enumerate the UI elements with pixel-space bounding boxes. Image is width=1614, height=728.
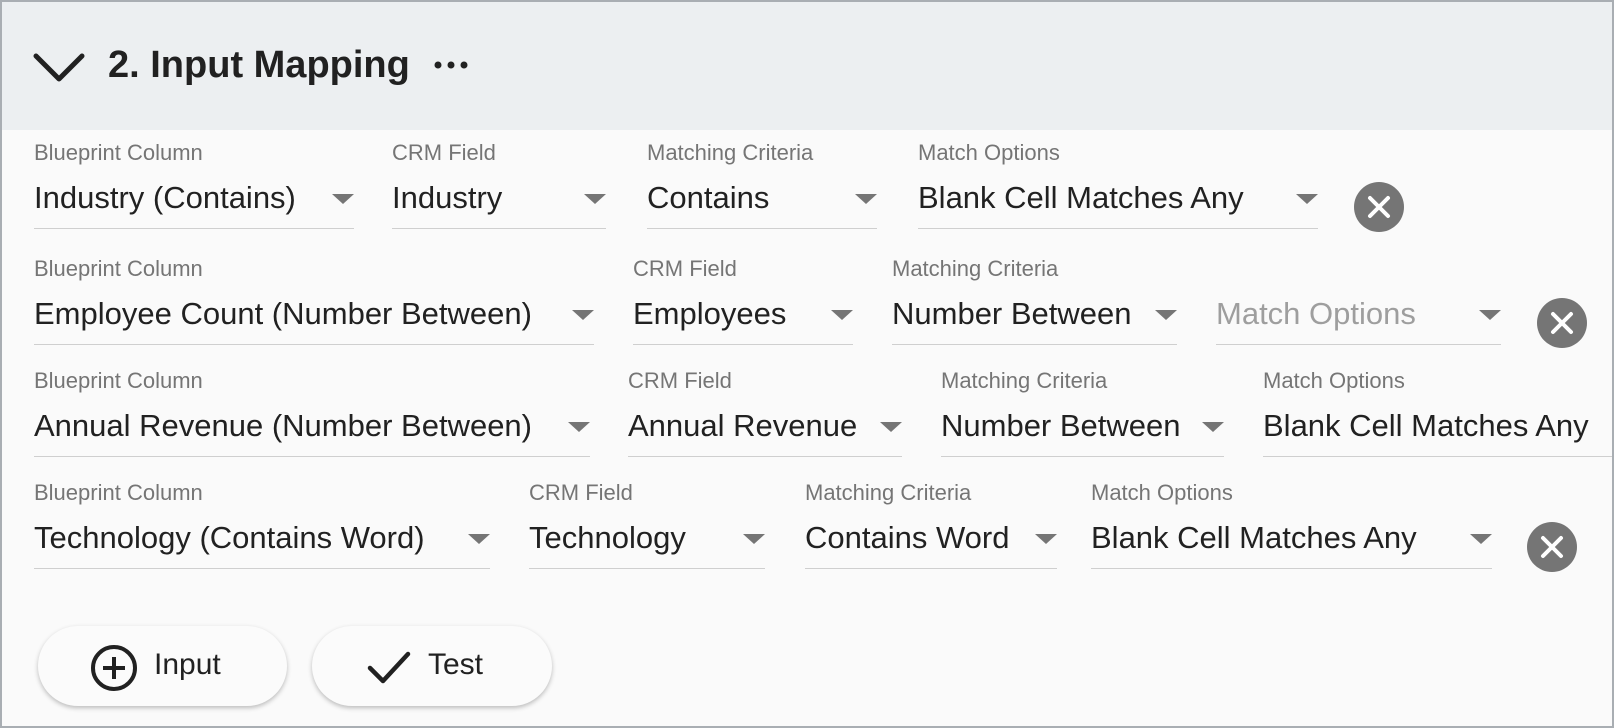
test-button[interactable]: Test	[312, 626, 552, 706]
blueprint-column-value: Annual Revenue (Number Between)	[34, 408, 532, 443]
field-underline	[34, 456, 590, 457]
chevron-down-icon[interactable]	[32, 50, 86, 84]
add-input-label: Input	[154, 648, 221, 681]
blueprint-column-label: Blueprint Column	[34, 368, 203, 393]
crm-field-label: CRM Field	[529, 480, 633, 505]
field-underline	[628, 456, 902, 457]
field-underline	[529, 568, 765, 569]
checkmark-icon	[367, 651, 411, 684]
field-underline	[392, 228, 606, 229]
dropdown-arrow-icon[interactable]	[1155, 310, 1177, 320]
matching-criteria-value: Contains	[647, 180, 770, 215]
match-options-label: Match Options	[1091, 480, 1233, 505]
dropdown-arrow-icon[interactable]	[831, 310, 853, 320]
matching-criteria-select[interactable]: Matching Criteria Number Between	[892, 246, 1177, 346]
matching-criteria-value: Contains Word	[805, 520, 1010, 555]
blueprint-column-label: Blueprint Column	[34, 140, 203, 165]
remove-row-button[interactable]	[1537, 298, 1587, 348]
dropdown-arrow-icon[interactable]	[572, 310, 594, 320]
crm-field-select[interactable]: CRM Field Employees	[633, 246, 853, 346]
section-header[interactable]: 2. Input Mapping	[2, 2, 1612, 130]
field-underline	[1263, 456, 1612, 457]
mapping-row: Blueprint Column Employee Count (Number …	[2, 246, 1612, 356]
dropdown-arrow-icon[interactable]	[584, 194, 606, 204]
matching-criteria-label: Matching Criteria	[647, 140, 814, 165]
field-underline	[892, 344, 1177, 345]
field-underline	[1216, 344, 1501, 345]
dropdown-arrow-icon[interactable]	[855, 194, 877, 204]
more-horizontal-icon[interactable]	[434, 58, 468, 72]
matching-criteria-value: Number Between	[892, 296, 1132, 331]
match-options-value: Blank Cell Matches Any	[1091, 520, 1417, 555]
match-options-label: Match Options	[918, 140, 1060, 165]
matching-criteria-select[interactable]: Matching Criteria Number Between	[941, 358, 1224, 458]
test-label: Test	[428, 648, 484, 681]
field-underline	[34, 568, 490, 569]
match-options-select[interactable]: Match Options Blank Cell Matches Any	[1091, 470, 1492, 570]
field-underline	[941, 456, 1224, 457]
add-circle-icon	[91, 645, 137, 691]
blueprint-column-select[interactable]: Blueprint Column Technology (Contains Wo…	[34, 470, 490, 570]
crm-field-select[interactable]: CRM Field Annual Revenue	[628, 358, 902, 458]
matching-criteria-label: Matching Criteria	[892, 256, 1059, 281]
close-icon	[1551, 312, 1573, 334]
crm-field-label: CRM Field	[392, 140, 496, 165]
field-underline	[647, 228, 877, 229]
crm-field-label: CRM Field	[633, 256, 737, 281]
crm-field-value: Annual Revenue	[628, 408, 858, 443]
blueprint-column-label: Blueprint Column	[34, 480, 203, 505]
mapping-row: Blueprint Column Industry (Contains) CRM…	[2, 130, 1612, 240]
dropdown-arrow-icon[interactable]	[1035, 534, 1057, 544]
matching-criteria-label: Matching Criteria	[941, 368, 1108, 393]
match-options-select[interactable]: Match Options Blank Cell Matches Any	[918, 130, 1318, 230]
field-underline	[34, 228, 354, 229]
dropdown-arrow-icon[interactable]	[743, 534, 765, 544]
match-options-label: Match Options	[1263, 368, 1405, 393]
add-input-button[interactable]: Input	[38, 626, 287, 706]
mapping-row: Blueprint Column Annual Revenue (Number …	[2, 358, 1612, 468]
match-options-value: Blank Cell Matches Any	[1263, 408, 1589, 443]
blueprint-column-select[interactable]: Blueprint Column Employee Count (Number …	[34, 246, 594, 346]
blueprint-column-select[interactable]: Blueprint Column Industry (Contains)	[34, 130, 354, 230]
match-options-placeholder: Match Options	[1216, 296, 1416, 331]
blueprint-column-value: Employee Count (Number Between)	[34, 296, 532, 331]
close-icon	[1368, 196, 1390, 218]
field-underline	[34, 344, 594, 345]
dropdown-arrow-icon[interactable]	[1479, 310, 1501, 320]
crm-field-select[interactable]: CRM Field Industry	[392, 130, 606, 230]
close-icon	[1541, 536, 1563, 558]
dropdown-arrow-icon[interactable]	[332, 194, 354, 204]
match-options-select[interactable]: Match Options Blank Cell Matches Any	[1263, 358, 1612, 458]
blueprint-column-select[interactable]: Blueprint Column Annual Revenue (Number …	[34, 358, 590, 458]
field-underline	[1091, 568, 1492, 569]
dropdown-arrow-icon[interactable]	[1296, 194, 1318, 204]
match-options-value: Blank Cell Matches Any	[918, 180, 1244, 215]
matching-criteria-select[interactable]: Matching Criteria Contains	[647, 130, 877, 230]
dropdown-arrow-icon[interactable]	[568, 422, 590, 432]
field-underline	[918, 228, 1318, 229]
matching-criteria-value: Number Between	[941, 408, 1181, 443]
remove-row-button[interactable]	[1527, 522, 1577, 572]
blueprint-column-value: Industry (Contains)	[34, 180, 296, 215]
crm-field-label: CRM Field	[628, 368, 732, 393]
dropdown-arrow-icon[interactable]	[1470, 534, 1492, 544]
dropdown-arrow-icon[interactable]	[880, 422, 902, 432]
crm-field-value: Employees	[633, 296, 787, 331]
matching-criteria-label: Matching Criteria	[805, 480, 972, 505]
mapping-row: Blueprint Column Technology (Contains Wo…	[2, 470, 1612, 580]
section-title: 2. Input Mapping	[108, 44, 410, 86]
blueprint-column-label: Blueprint Column	[34, 256, 203, 281]
input-mapping-panel: 2. Input Mapping Blueprint Column Indust…	[0, 0, 1614, 728]
dropdown-arrow-icon[interactable]	[1202, 422, 1224, 432]
dropdown-arrow-icon[interactable]	[468, 534, 490, 544]
field-underline	[805, 568, 1057, 569]
crm-field-value: Technology	[529, 520, 686, 555]
blueprint-column-value: Technology (Contains Word)	[34, 520, 425, 555]
match-options-select[interactable]: Match Options	[1216, 246, 1501, 346]
crm-field-select[interactable]: CRM Field Technology	[529, 470, 765, 570]
crm-field-value: Industry	[392, 180, 503, 215]
field-underline	[633, 344, 853, 345]
remove-row-button[interactable]	[1354, 182, 1404, 232]
matching-criteria-select[interactable]: Matching Criteria Contains Word	[805, 470, 1057, 570]
